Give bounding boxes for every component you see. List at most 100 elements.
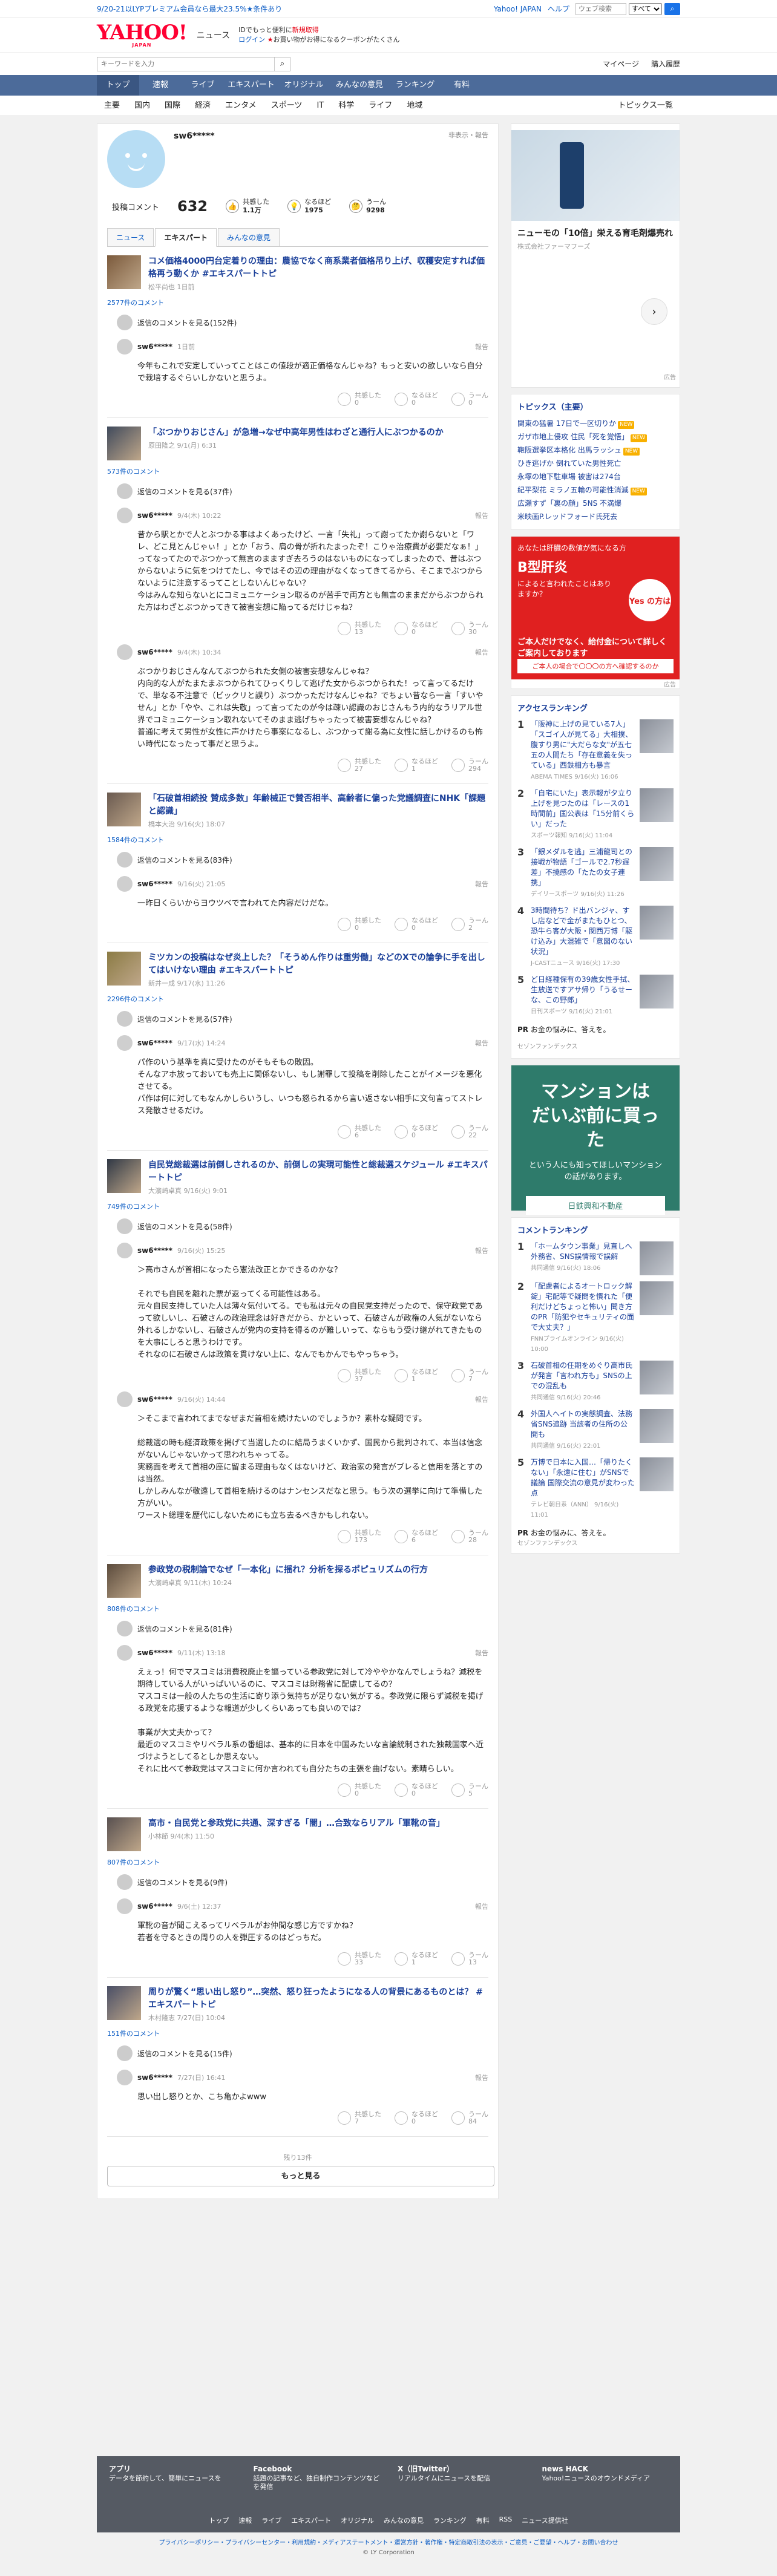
ad-mansion[interactable]: マンションは だいぶ前に買った という人にも知ってほしいマンションの話があります… xyxy=(511,1065,680,1215)
footer-link[interactable]: みんなの意見 xyxy=(384,2516,424,2525)
empathy-button[interactable]: 共感した 13 xyxy=(338,621,381,636)
hmm-button[interactable]: うーん 0 xyxy=(451,392,488,407)
cat-sports[interactable]: スポーツ xyxy=(264,96,310,116)
article-thumbnail[interactable] xyxy=(107,427,141,460)
topic-item[interactable]: 関東の猛暑 17日で一区切りか NEW xyxy=(517,417,674,430)
comment-count-link[interactable]: 808件のコメント xyxy=(107,1604,488,1613)
ranking-item[interactable]: 5 ど日経種保有の39歳女性手拭、生放送ですアサ帰り「うるせーな、この野郎」 日刊ス… xyxy=(517,975,674,1017)
article-title[interactable]: 参政党の税制論でなぜ「一本化」に揺れ？分析を探るポピュリズムの行方 xyxy=(148,1565,428,1575)
article-thumbnail[interactable] xyxy=(107,793,141,826)
report-link[interactable]: 報告 xyxy=(475,1038,488,1048)
hmm-button[interactable]: うーん 5 xyxy=(451,1783,488,1797)
ranking-item[interactable]: 3 「銀メダルを逃」三浦龍司との接戦が物語「ゴールで2.7秒遅差」不撓感の「たたの… xyxy=(517,847,674,900)
insight-button[interactable]: なるほど 1 xyxy=(395,758,438,773)
tab-expert[interactable]: エキスパート xyxy=(155,228,217,247)
pr-link[interactable]: PR お金の悩みに、答えを。 セゾンファンデックス xyxy=(517,1024,674,1052)
search-icon[interactable]: ⌕ xyxy=(274,57,290,71)
original-comment-link[interactable]: 返信のコメントを見る(15件) xyxy=(107,2045,488,2061)
gnav-expert[interactable]: エキスパート xyxy=(224,75,278,96)
comment-count-link[interactable]: 1584件のコメント xyxy=(107,835,488,845)
original-comment-link[interactable]: 返信のコメントを見る(58件) xyxy=(107,1218,488,1234)
original-comment-link[interactable]: 返信のコメントを見る(83件) xyxy=(107,852,488,868)
article-thumbnail[interactable] xyxy=(107,1817,141,1851)
hmm-button[interactable]: うーん 30 xyxy=(451,621,488,636)
insight-button[interactable]: なるほど 0 xyxy=(395,1125,438,1139)
hide-report-link[interactable]: 非表示・報告 xyxy=(448,130,488,140)
ad-hepatitis[interactable]: あなたは肝臓の数値が気になる方 B型肝炎 によると言われたことはありますか？ Y… xyxy=(511,536,680,689)
empathy-button[interactable]: 共感した 6 xyxy=(338,1125,381,1139)
report-link[interactable]: 報告 xyxy=(475,879,488,889)
ranking-item[interactable]: 4 外国人へイトの実態調査、法務省SNS追跡 当該者の住所の公開も 共同通信 9/1… xyxy=(517,1409,674,1451)
hmm-button[interactable]: うーん 294 xyxy=(451,758,488,773)
topic-item[interactable]: 鞄阪選挙区本格化 出馬ラッシュ NEW xyxy=(517,443,674,457)
tab-opinion[interactable]: みんなの意見 xyxy=(218,228,280,246)
comment-count-link[interactable]: 749件のコメント xyxy=(107,1201,488,1211)
cat-domestic[interactable]: 国内 xyxy=(127,96,157,116)
topic-item[interactable]: 広瀬すず「裏の顔」5NS 不満爆 xyxy=(517,497,674,510)
cat-main[interactable]: 主要 xyxy=(97,96,127,116)
hmm-button[interactable]: うーん 22 xyxy=(451,1125,488,1139)
topic-item[interactable]: 永塚の地下駐車場 被害は274台 xyxy=(517,470,674,483)
article-title[interactable]: 自民党総裁選は前倒しされるのか、前倒しの実現可能性と総裁選スケジュール #エキス… xyxy=(148,1160,488,1183)
hmm-button[interactable]: うーん 13 xyxy=(451,1952,488,1966)
insight-button[interactable]: なるほど 1 xyxy=(395,1952,438,1966)
article-thumbnail[interactable] xyxy=(107,255,141,289)
ranking-item[interactable]: 2 「自宅にいた」表示報が夕立り上げを見つたのは「レースの1時間前」国公表は「15… xyxy=(517,788,674,841)
comment-count-link[interactable]: 573件のコメント xyxy=(107,466,488,476)
report-link[interactable]: 報告 xyxy=(475,647,488,657)
pr-link[interactable]: PR お金の悩みに、答えを。 セゾンファンデックス xyxy=(517,1528,674,1547)
ranking-item[interactable]: 5 万博で日本に入国…「帰りたくない」「永遠に住む」がSNSで議論 国際交流の意見… xyxy=(517,1457,674,1520)
original-comment-link[interactable]: 返信のコメントを見る(9件) xyxy=(107,1874,488,1890)
cat-world[interactable]: 国際 xyxy=(157,96,188,116)
article-title[interactable]: コメ価格4000円台定着りの理由：農協でなく商系業者価格吊り上げ、収穫安定すれば… xyxy=(148,257,485,279)
cat-it[interactable]: IT xyxy=(309,96,331,116)
footer-link[interactable]: ランキング xyxy=(433,2516,467,2525)
footer-link[interactable]: エキスパート xyxy=(291,2516,331,2525)
ranking-item[interactable]: 1 「阪神に上げの見ている7人」「スゴイ人が見てる」大相撲、腹すり男に"大だらな女… xyxy=(517,719,674,782)
footer-link[interactable]: 有料 xyxy=(476,2516,490,2525)
insight-button[interactable]: なるほど 6 xyxy=(395,1529,438,1544)
insight-button[interactable]: なるほど 0 xyxy=(395,917,438,932)
ranking-item[interactable]: 4 3時間待ち？ド出バンジャ、すし店などで金がまたもひとつ、恐牛ら客が大阪・関西万… xyxy=(517,906,674,969)
original-comment-link[interactable]: 返信のコメントを見る(152件) xyxy=(107,315,488,330)
tab-news[interactable]: ニュース xyxy=(107,228,154,246)
footer-link[interactable]: ライブ xyxy=(261,2516,281,2525)
original-comment-link[interactable]: 返信のコメントを見る(37件) xyxy=(107,483,488,499)
footer-col[interactable]: X（旧Twitter） リアルタイムにニュースを配信 xyxy=(398,2465,524,2491)
article-title[interactable]: 「ぶつかりおじさん」が急増→なぜ中高年男性はわざと通行人にぶつかるのか xyxy=(148,428,444,437)
chevron-right-icon[interactable]: › xyxy=(641,298,667,325)
hmm-button[interactable]: うーん 7 xyxy=(451,1368,488,1383)
report-link[interactable]: 報告 xyxy=(475,1901,488,1911)
footer-col[interactable]: アプリ データを節約して、簡単にニュースを xyxy=(109,2465,235,2491)
article-thumbnail[interactable] xyxy=(107,1564,141,1598)
insight-button[interactable]: なるほど 0 xyxy=(395,2111,438,2125)
load-more-button[interactable]: もっと見る xyxy=(107,2166,494,2186)
footer-col[interactable]: Facebook 話題の記事など、独自制作コンテンツなどを発信 xyxy=(254,2465,380,2491)
comment-count-link[interactable]: 2577件のコメント xyxy=(107,298,488,307)
topic-item[interactable]: ガザ市地上侵攻 住民「死を覚悟」 NEW xyxy=(517,430,674,443)
footer-link[interactable]: 速報 xyxy=(238,2516,252,2525)
premium-promo-link[interactable]: 9/20-21以LYPプレミアム会員なら最大23.5%★条件あり xyxy=(97,4,282,14)
report-link[interactable]: 報告 xyxy=(475,511,488,520)
insight-button[interactable]: なるほど 0 xyxy=(395,1783,438,1797)
login-link[interactable]: ログイン xyxy=(238,36,265,44)
insight-button[interactable]: なるほど 0 xyxy=(395,392,438,407)
empathy-button[interactable]: 共感した 0 xyxy=(338,392,381,407)
gnav-opinion[interactable]: みんなの意見 xyxy=(329,75,390,96)
article-title[interactable]: 高市・自民党と参政党に共通、深すぎる「闇」…合致ならリアル「軍靴の音」 xyxy=(148,1819,445,1828)
gnav-paid[interactable]: 有料 xyxy=(441,75,483,96)
footer-link[interactable]: オリジナル xyxy=(341,2516,374,2525)
purchase-history-link[interactable]: 購入履歴 xyxy=(651,59,680,69)
hmm-button[interactable]: うーん 2 xyxy=(451,917,488,932)
topic-item[interactable]: 米映画P.レッドフォード氏死去 xyxy=(517,510,674,523)
cat-life[interactable]: ライフ xyxy=(361,96,399,116)
insight-button[interactable]: なるほど 1 xyxy=(395,1368,438,1383)
empathy-button[interactable]: 共感した 33 xyxy=(338,1952,381,1966)
empathy-button[interactable]: 共感した 0 xyxy=(338,917,381,932)
empathy-button[interactable]: 共感した 0 xyxy=(338,1783,381,1797)
article-thumbnail[interactable] xyxy=(107,1986,141,2020)
article-thumbnail[interactable] xyxy=(107,1159,141,1193)
report-link[interactable]: 報告 xyxy=(475,342,488,351)
topic-item[interactable]: ひき逃げか 倒れていた男性死亡 xyxy=(517,457,674,470)
yahoo-logo[interactable]: YAHOO! JAPAN xyxy=(97,22,188,48)
